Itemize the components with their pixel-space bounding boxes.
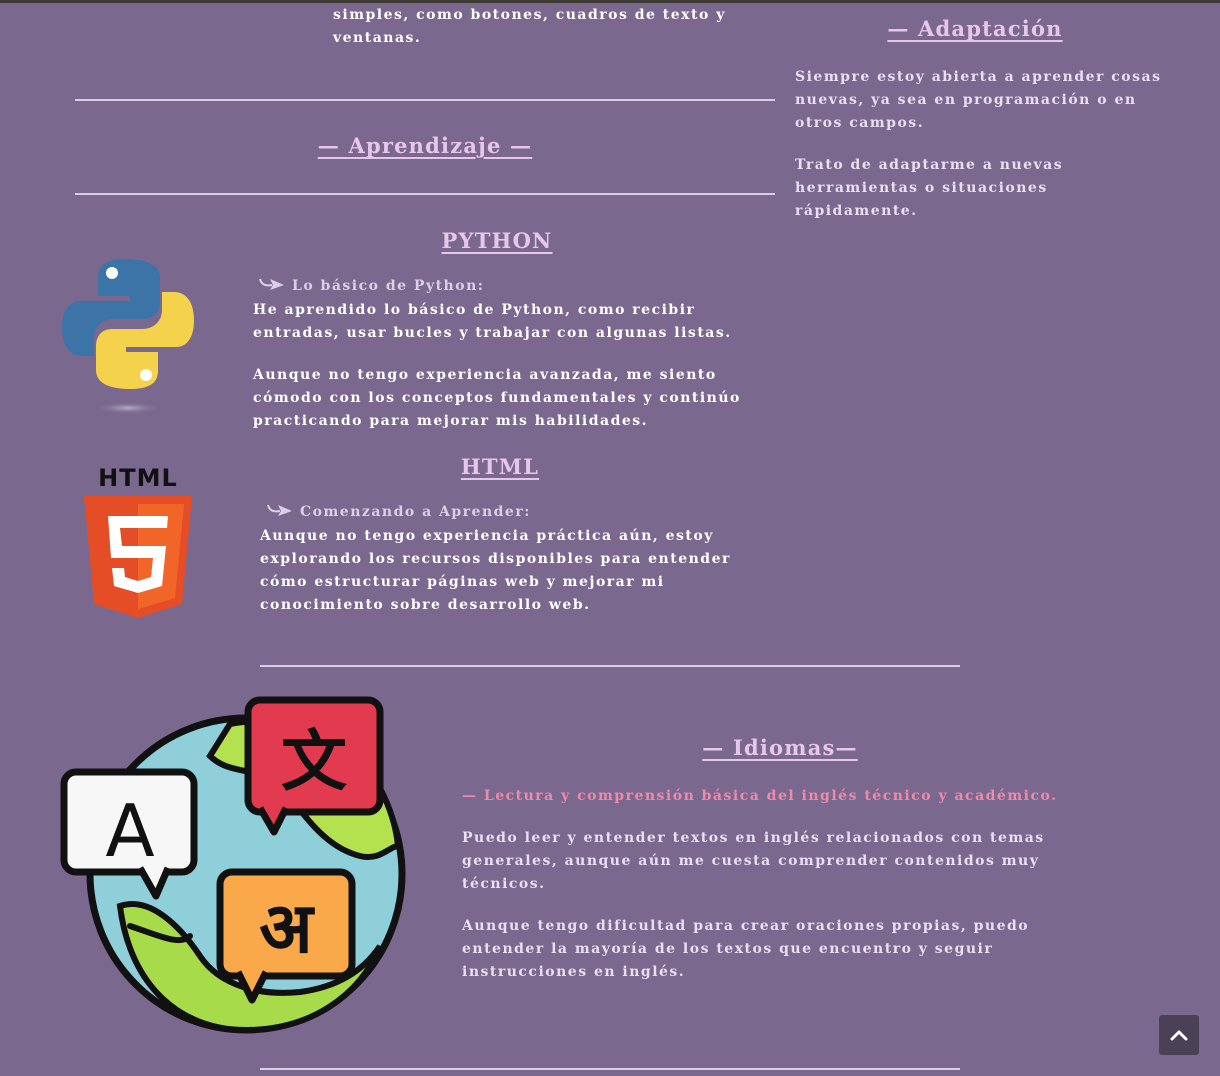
html-title: HTML <box>460 454 540 479</box>
python-title: PYTHON <box>441 228 553 253</box>
divider <box>260 665 960 667</box>
python-paragraph-2: Aunque no tengo experiencia avanzada, me… <box>253 367 741 429</box>
languages-illustration: 文 A अ <box>60 696 406 1040</box>
idiomas-paragraph-1: Puedo leer y entender textos en inglés r… <box>462 830 1045 892</box>
divider <box>75 193 775 195</box>
divider <box>75 99 775 101</box>
html-paragraph-1: Aunque no tengo experiencia práctica aún… <box>260 528 731 613</box>
idiomas-highlight: — Lectura y comprensión básica del inglé… <box>462 788 1058 804</box>
adaptacion-title: — Adaptación <box>887 16 1063 41</box>
chevron-up-icon <box>1170 1026 1188 1045</box>
adaptacion-paragraph-1: Siempre estoy abierta a aprender cosas n… <box>795 69 1162 131</box>
chinese-glyph: 文 <box>281 723 347 800</box>
adaptacion-paragraph-2: Trato de adaptarme a nuevas herramientas… <box>795 157 1064 219</box>
top-border <box>0 0 1220 3</box>
python-paragraph-1: He aprendido lo básico de Python, como r… <box>253 302 732 341</box>
python-subtitle: Lo básico de Python: <box>292 278 485 294</box>
idiomas-paragraph-2: Aunque tengo dificultad para crear oraci… <box>462 918 1030 980</box>
html5-logo: HTML <box>82 464 194 622</box>
curved-arrow-icon <box>266 503 294 521</box>
html5-logo-text: HTML <box>98 464 178 492</box>
divider <box>260 1068 960 1070</box>
back-to-top-button[interactable] <box>1159 1015 1199 1055</box>
html-subtitle: Comenzando a Aprender: <box>300 504 531 520</box>
idiomas-title: — Idiomas— <box>702 735 858 760</box>
intro-text: simples, como botones, cuadros de texto … <box>333 7 726 46</box>
latin-glyph: A <box>105 789 154 873</box>
aprendizaje-title: — Aprendizaje — <box>317 133 533 158</box>
curved-arrow-icon <box>258 277 286 295</box>
python-subtitle-row: Lo básico de Python: <box>258 277 658 295</box>
python-logo <box>60 256 196 416</box>
hindi-glyph: अ <box>259 887 315 969</box>
html-subtitle-row: Comenzando a Aprender: <box>266 503 666 521</box>
